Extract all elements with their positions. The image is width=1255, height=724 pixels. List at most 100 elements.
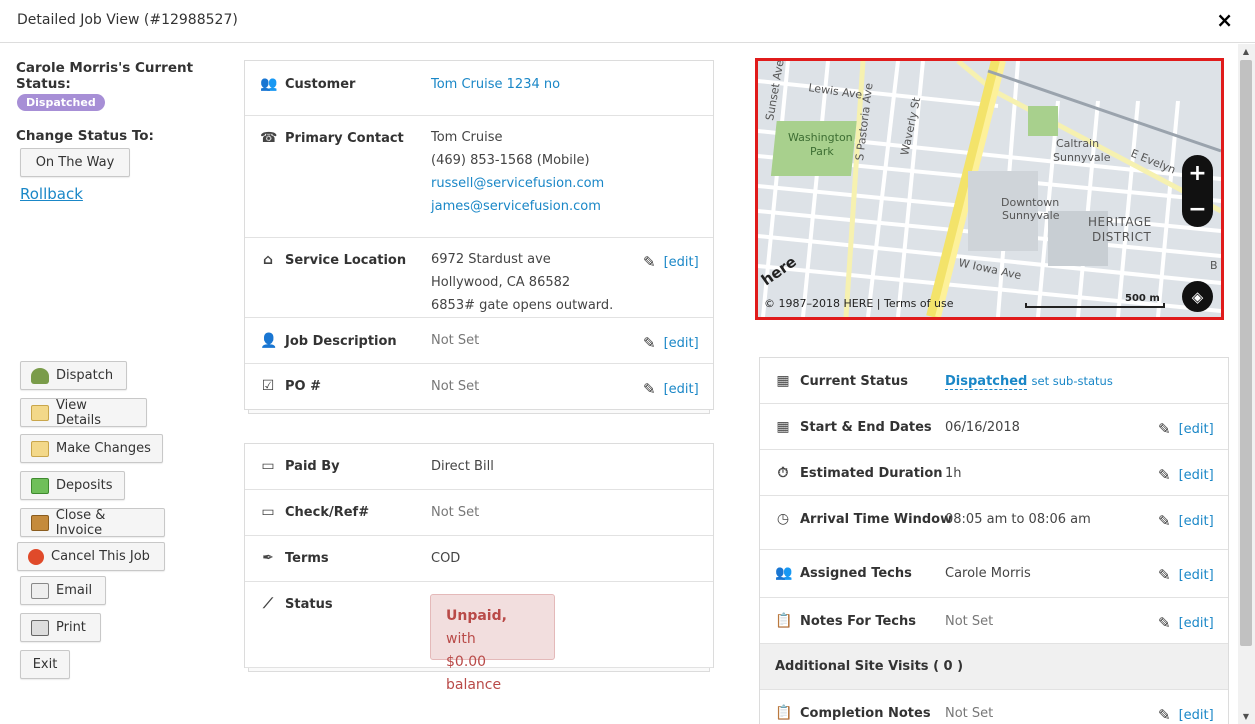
primary-contact-label: Primary Contact bbox=[285, 130, 404, 146]
printer-icon bbox=[31, 619, 49, 636]
payment-status-label: Status bbox=[285, 596, 333, 612]
pencil-icon: ✎ bbox=[643, 380, 656, 398]
zoom-in-button[interactable]: + bbox=[1182, 155, 1213, 191]
cash-icon: ▭ bbox=[261, 504, 275, 520]
rollback-link[interactable]: Rollback bbox=[20, 185, 83, 203]
pen-nib-icon: ✒ bbox=[262, 550, 274, 566]
po-row: ☑ PO # Not Set ✎ [edit] bbox=[245, 364, 713, 410]
terms-row: ✒ Terms COD bbox=[245, 536, 713, 582]
map-copyright-text: © 1987–2018 HERE | bbox=[764, 297, 884, 310]
job-description-value: Not Set bbox=[431, 333, 480, 348]
check-ref-value: Not Set bbox=[431, 505, 480, 520]
map-copyright: © 1987–2018 HERE | Terms of use bbox=[764, 297, 953, 310]
deposits-label: Deposits bbox=[56, 478, 113, 493]
title-bar: Detailed Job View (#12988527) × bbox=[0, 0, 1255, 43]
location-map[interactable]: Lewis Ave Sunset Ave S Pastoria Ave Wave… bbox=[755, 58, 1224, 320]
view-details-button[interactable]: View Details bbox=[20, 398, 147, 428]
techs-label: Assigned Techs bbox=[800, 565, 912, 581]
pencil-icon: ✎ bbox=[1158, 614, 1171, 632]
unpaid-balance: $0.00 balance bbox=[446, 654, 502, 693]
close-icon[interactable]: × bbox=[1216, 8, 1233, 32]
dates-value: 06/16/2018 bbox=[945, 420, 1020, 435]
cash-icon: ▭ bbox=[261, 458, 275, 474]
make-changes-button[interactable]: Make Changes bbox=[20, 434, 163, 463]
money-icon bbox=[31, 477, 49, 494]
email-label: Email bbox=[56, 583, 93, 598]
map-canvas: Lewis Ave Sunset Ave S Pastoria Ave Wave… bbox=[758, 61, 1221, 317]
scroll-down-icon[interactable]: ▼ bbox=[1240, 712, 1252, 721]
po-label: PO # bbox=[285, 378, 321, 394]
edit-completion-link[interactable]: [edit] bbox=[1179, 708, 1214, 723]
contact-phone: (469) 853-1568 (Mobile) bbox=[431, 153, 590, 168]
scrollbar-thumb[interactable] bbox=[1240, 60, 1252, 646]
paid-by-row: ▭ Paid By Direct Bill bbox=[245, 444, 713, 490]
location-line-3: 6853# gate opens outward. bbox=[431, 298, 614, 313]
print-button[interactable]: Print bbox=[20, 613, 101, 642]
pencil-icon: ✎ bbox=[643, 334, 656, 352]
job-info-panel: 👥 Customer Tom Cruise 1234 no ☎ Primary Co… bbox=[244, 60, 714, 410]
make-changes-label: Make Changes bbox=[56, 441, 151, 456]
scroll-up-icon[interactable]: ▲ bbox=[1240, 47, 1252, 56]
window-title: Detailed Job View (#12988527) bbox=[17, 12, 238, 28]
envelope-icon bbox=[31, 582, 49, 599]
pencil-icon: ✎ bbox=[1158, 420, 1171, 438]
map-scale-bar bbox=[1025, 303, 1165, 308]
current-status-link[interactable]: Dispatched bbox=[945, 374, 1028, 390]
contact-email-1[interactable]: russell@servicefusion.com bbox=[431, 172, 604, 195]
site-visits-label: Additional Site Visits ( 0 ) bbox=[775, 659, 964, 674]
status-badge: Dispatched bbox=[17, 94, 105, 111]
arrival-label: Arrival Time Window bbox=[800, 511, 953, 527]
on-the-way-button[interactable]: On The Way bbox=[20, 148, 130, 177]
completion-label: Completion Notes bbox=[800, 705, 931, 721]
set-sub-status-link[interactable]: set sub-status bbox=[1032, 374, 1113, 388]
duration-row: ⏱ Estimated Duration 1h ✎ [edit] bbox=[760, 450, 1228, 496]
edit-po-link[interactable]: [edit] bbox=[664, 382, 699, 397]
map-label-caltrain: Caltrain bbox=[1056, 137, 1099, 150]
terms-value: COD bbox=[431, 551, 461, 566]
calendar-icon: ▦ bbox=[776, 419, 790, 435]
clipboard-icon: 📋 bbox=[775, 705, 793, 721]
location-line-2: Hollywood, CA 86582 bbox=[431, 275, 571, 290]
edit-dates-link[interactable]: [edit] bbox=[1179, 422, 1214, 437]
current-status-label: Current Status bbox=[800, 373, 908, 389]
edit-notes-link[interactable]: [edit] bbox=[1179, 616, 1214, 631]
exit-button[interactable]: Exit bbox=[20, 650, 70, 679]
unpaid-status-box: Unpaid, with $0.00 balance bbox=[430, 594, 555, 693]
dispatch-button[interactable]: Dispatch bbox=[20, 361, 127, 390]
notes-row: 📋 Notes For Techs Not Set ✎ [edit] bbox=[760, 598, 1228, 644]
map-label-heritage: HERITAGE bbox=[1088, 215, 1152, 229]
edit-location-link[interactable]: [edit] bbox=[664, 255, 699, 270]
dates-label: Start & End Dates bbox=[800, 419, 932, 435]
map-label-district: DISTRICT bbox=[1092, 230, 1151, 244]
site-visits-row[interactable]: Additional Site Visits ( 0 ) bbox=[760, 644, 1228, 690]
panel-shadow bbox=[248, 410, 710, 414]
zoom-out-button[interactable]: − bbox=[1182, 191, 1213, 227]
cancel-job-button[interactable]: Cancel This Job bbox=[17, 542, 165, 571]
pencil-icon: ✎ bbox=[1158, 566, 1171, 584]
email-button[interactable]: Email bbox=[20, 576, 106, 605]
contact-email-2[interactable]: james@servicefusion.com bbox=[431, 195, 601, 218]
terms-of-use-link[interactable]: Terms of use bbox=[884, 297, 953, 310]
close-invoice-button[interactable]: Close & Invoice bbox=[20, 507, 165, 538]
layers-icon[interactable]: ◈ bbox=[1182, 281, 1213, 312]
close-invoice-label: Close & Invoice bbox=[55, 507, 106, 538]
clock-icon: ◷ bbox=[776, 511, 790, 527]
location-line-1: 6972 Stardust ave bbox=[431, 252, 551, 267]
phone-icon: ☎ bbox=[260, 130, 278, 146]
cancel-job-label: Cancel This Job bbox=[51, 549, 150, 564]
edit-description-link[interactable]: [edit] bbox=[664, 336, 699, 351]
paid-by-label: Paid By bbox=[285, 458, 340, 474]
service-location-label: Service Location bbox=[285, 252, 407, 268]
edit-duration-link[interactable]: [edit] bbox=[1179, 468, 1214, 483]
edit-arrival-link[interactable]: [edit] bbox=[1179, 514, 1214, 529]
arrival-value: 08:05 am to 08:06 am bbox=[945, 512, 1091, 527]
deposits-button[interactable]: Deposits bbox=[20, 471, 125, 500]
users-icon: 👥 bbox=[775, 565, 793, 581]
calendar-icon: ▦ bbox=[776, 373, 790, 389]
edit-techs-link[interactable]: [edit] bbox=[1179, 568, 1214, 583]
po-value: Not Set bbox=[431, 379, 480, 394]
print-label: Print bbox=[56, 620, 86, 635]
customer-link[interactable]: Tom Cruise 1234 no bbox=[431, 73, 560, 96]
customer-row: 👥 Customer Tom Cruise 1234 no bbox=[245, 61, 713, 116]
duration-value: 1h bbox=[945, 466, 962, 481]
